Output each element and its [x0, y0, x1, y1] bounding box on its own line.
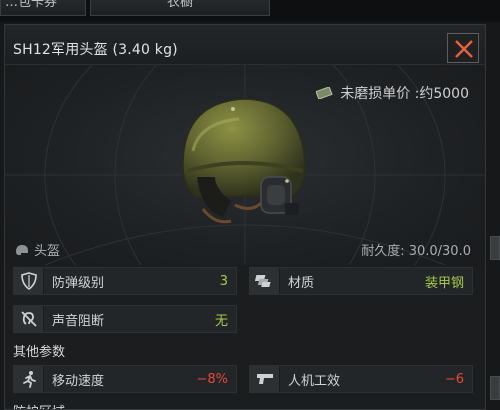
stat-value: 装甲钢	[424, 275, 464, 291]
money-icon	[316, 87, 333, 99]
price-label: 未磨损单价 :约5000	[340, 86, 469, 102]
shield-icon	[14, 268, 44, 294]
scrollbar[interactable]	[490, 230, 500, 410]
other-params-heading: 其他参数	[13, 345, 66, 360]
stat-value: −8%	[196, 371, 228, 387]
stat-value: −6	[444, 371, 464, 387]
scroll-knob-bottom[interactable]	[490, 376, 500, 400]
stat-value: 无	[214, 313, 228, 329]
stat-move-speed[interactable]: 移动速度 −8%	[13, 365, 237, 393]
stat-label: 材质	[288, 275, 315, 291]
scroll-knob-top[interactable]	[490, 236, 500, 260]
stat-label: 防弹级别	[52, 275, 105, 291]
item-category: 头盔	[15, 240, 60, 259]
pistol-icon	[250, 366, 280, 392]
close-icon	[455, 40, 473, 58]
stat-value: 3	[219, 273, 228, 289]
stat-label: 声音阻断	[52, 313, 105, 329]
stat-ergonomics[interactable]: 人机工效 −6	[249, 365, 473, 393]
category-label: 头盔	[34, 244, 61, 259]
item-inspect-panel: SH12军用头盔 (3.40 kg) 未磨损单价:约5000 头盔 耐久度: …	[4, 24, 486, 410]
stat-sound-block[interactable]: 声音阻断 无	[13, 305, 237, 333]
stat-label: 移动速度	[52, 373, 105, 389]
close-button[interactable]	[447, 33, 479, 63]
durability-readout: 耐久度: 30.0/30.0	[361, 244, 471, 259]
price-display: 未磨损单价 :约5000	[316, 83, 469, 103]
tab-strip: …包卡券 衣橱	[0, 0, 500, 22]
protection-area-heading: 防护区域	[13, 401, 65, 409]
stat-armor-class[interactable]: 防弹级别 3	[13, 267, 237, 295]
armor-plates-icon	[250, 268, 280, 294]
ear-muted-icon	[14, 306, 44, 332]
item-title: SH12军用头盔 (3.40 kg)	[13, 42, 178, 58]
helmet-image	[182, 98, 306, 224]
panel-header: SH12军用头盔 (3.40 kg)	[5, 25, 485, 65]
item-preview[interactable]: 未磨损单价 :约5000 头盔 耐久度: 30.0/30.0	[5, 65, 485, 265]
stat-material[interactable]: 材质 装甲钢	[249, 267, 473, 295]
running-man-icon	[14, 366, 44, 392]
tab-wardrobe[interactable]: 衣橱	[90, 0, 270, 16]
stat-label: 人机工效	[288, 373, 341, 389]
helmet-small-icon	[16, 244, 28, 255]
tab-bag-coupons[interactable]: …包卡券	[0, 0, 86, 16]
